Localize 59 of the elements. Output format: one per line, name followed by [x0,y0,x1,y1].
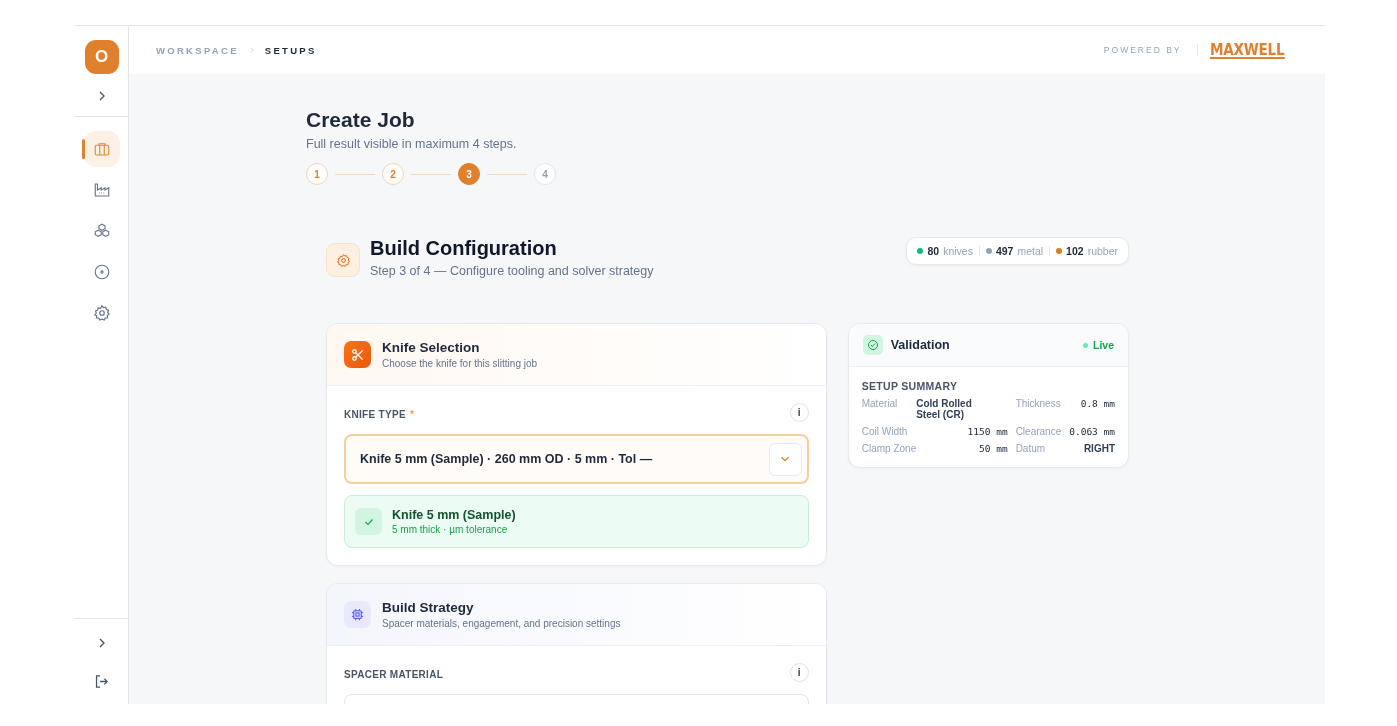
stat-count: 102 [1066,245,1084,257]
breadcrumb-item: SETUPS [264,44,317,56]
step-indicator[interactable]: 2 [382,163,404,185]
scissors-icon [344,341,371,368]
factory-icon [92,181,111,199]
knife-name: Knife 5 mm (Sample) [392,508,516,522]
section-subtitle: Step 3 of 4 — Configure tooling and solver strategy [370,264,654,278]
info-button[interactable]: i [789,403,809,422]
step-indicator[interactable]: 4 [534,163,556,185]
chip-icon [344,601,371,628]
summary-label: Material [861,398,899,409]
summary-value: Cold Rolled Steel (CR) [916,398,973,420]
summary-label: Clamp Zone [861,443,917,454]
card-title: Build Strategy [382,600,475,615]
summary-value: 50 mm [978,443,1008,454]
user-avatar[interactable]: O [84,40,119,74]
card-subtitle: Choose the knife for this slitting job [382,358,538,369]
card-title: Validation [890,338,951,352]
live-status: Live [1093,339,1114,351]
summary-label: Coil Width [861,426,909,437]
field-label: SPACER MATERIAL [344,668,444,680]
summary-title: SETUP SUMMARY [861,380,959,392]
jobs-nav-item[interactable] [83,131,120,167]
stat-count: 80 [927,245,940,257]
summary-label: Datum [1015,443,1047,454]
briefcase-icon [92,140,111,158]
field-label: KNIFE TYPE [344,408,406,420]
step-indicator[interactable]: 3 [458,163,480,185]
disc-icon [92,263,111,281]
stat-label: rubber [1087,245,1118,257]
powered-by-label: POWERED BY [1103,45,1182,55]
info-button[interactable]: i [789,663,809,682]
brand-logo: MAXWELL [1210,41,1285,59]
live-dot [1083,342,1088,348]
summary-value: 1150 mm [966,426,1008,437]
page-subtitle: Full result visible in maximum 4 steps. [306,137,518,151]
step-indicator[interactable]: 1 [306,163,328,185]
knife-detail: 5 mm thick · µm tolerance [392,524,509,535]
summary-value: RIGHT [1082,443,1115,454]
page-title: Create Job [306,108,416,132]
check-icon [355,508,382,535]
settings-icon [326,243,360,277]
settings-icon [92,304,111,322]
cubes-icon [92,222,111,240]
logout-icon [93,673,110,690]
summary-label: Clearance [1015,426,1062,437]
required-mark: * [409,408,414,420]
summary-value: 0.8 mm [1079,398,1115,409]
summary-label: Thickness [1015,398,1062,409]
card-title: Knife Selection [382,340,481,355]
card-subtitle: Spacer materials, engagement, and precision settings [382,618,621,629]
section-title: Build Configuration [370,237,558,260]
logout-button[interactable] [93,673,110,690]
summary-value: 0.063 mm [1069,426,1115,437]
stat-count: 497 [995,245,1014,257]
breadcrumb-item[interactable]: WORKSPACE [156,44,239,56]
stat-label: metal [1017,245,1044,257]
stat-label: knives [943,245,973,257]
knife-type-select[interactable]: Knife 5 mm (Sample) · 260 mm OD · 5 mm · Tol — [344,434,809,484]
